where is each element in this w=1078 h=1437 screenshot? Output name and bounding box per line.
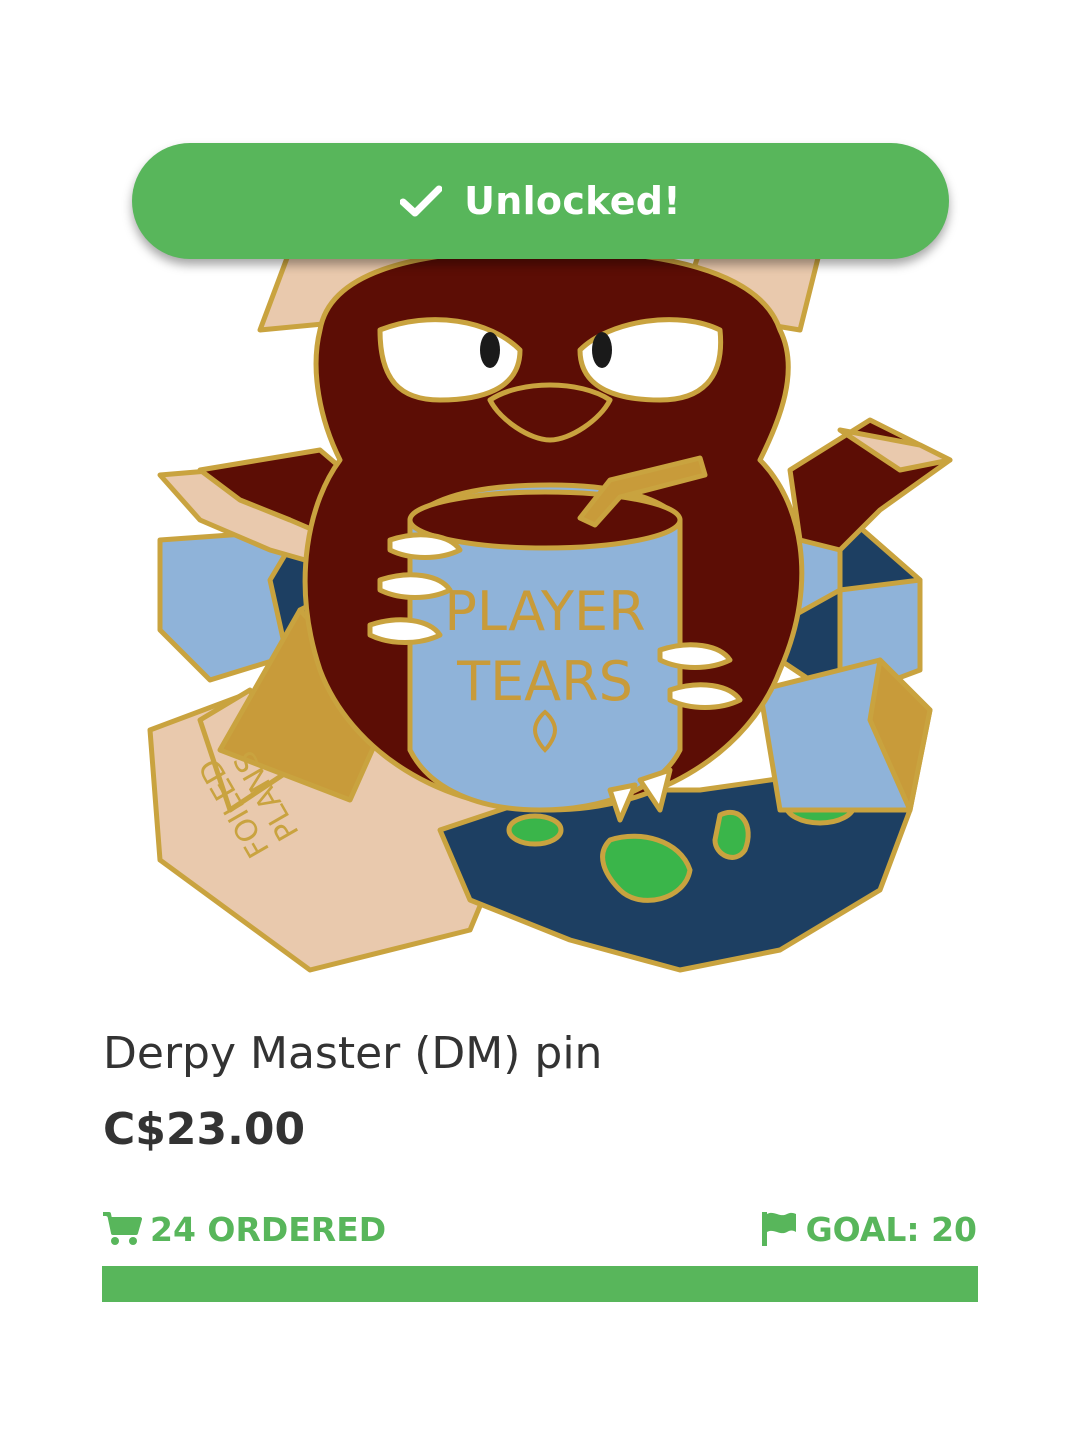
check-icon (400, 185, 443, 217)
goal-count: GOAL: 20 (760, 1208, 977, 1250)
flag-icon (761, 1212, 796, 1246)
jar-label-tears: TEARS (456, 650, 633, 713)
unlocked-label: Unlocked! (464, 179, 681, 223)
ordered-label: 24 ORDERED (150, 1209, 387, 1249)
product-card[interactable]: PLAYER TEARS FOILED PLANS Unlocked! Derp… (0, 0, 1078, 1437)
cart-icon (103, 1212, 142, 1245)
ordered-count: 24 ORDERED (102, 1208, 386, 1250)
product-title[interactable]: Derpy Master (DM) pin (103, 1028, 602, 1079)
jar-label-player: PLAYER (444, 580, 645, 643)
product-image[interactable]: PLAYER TEARS FOILED PLANS (140, 250, 960, 980)
funding-progress-bar (102, 1266, 978, 1302)
funding-progress-fill (102, 1266, 978, 1302)
product-price: C$23.00 (103, 1104, 306, 1155)
unlocked-banner: Unlocked! (132, 143, 949, 259)
goal-label: GOAL: 20 (805, 1209, 977, 1249)
